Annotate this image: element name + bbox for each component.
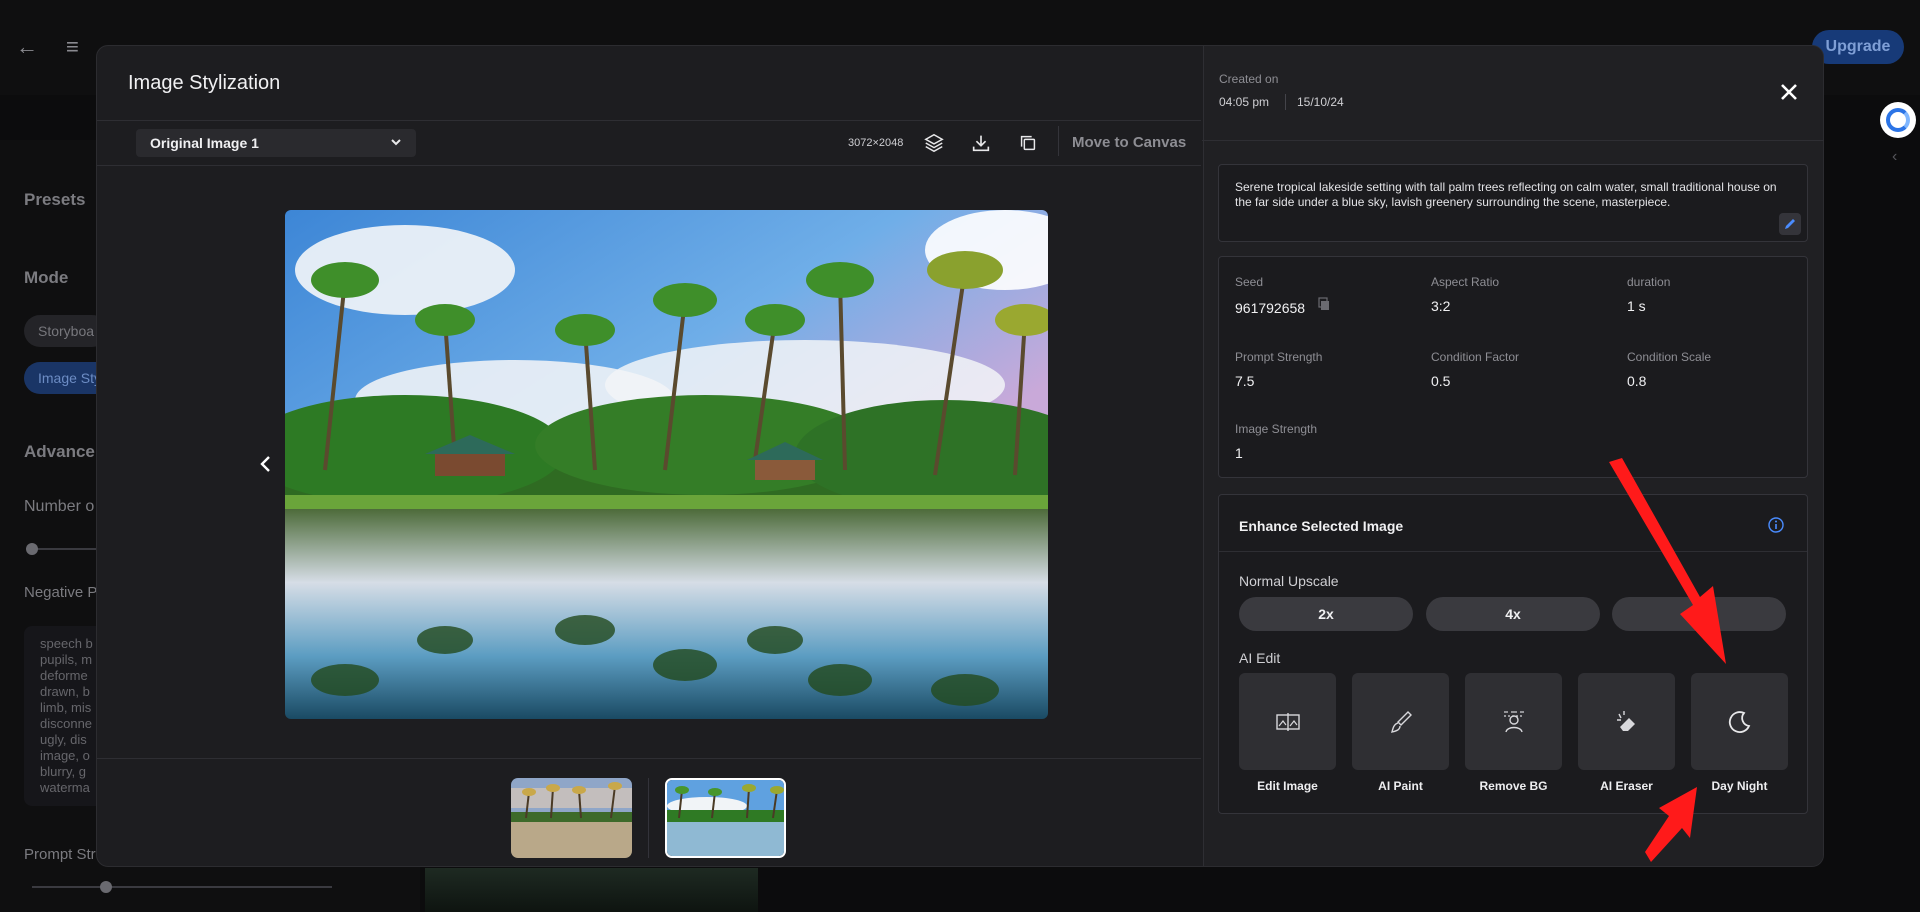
condition-scale-value: 0.8	[1627, 373, 1647, 389]
prompt-strength-label: Prompt Str	[24, 846, 96, 863]
prompt-strength-slider[interactable]	[32, 886, 332, 888]
background-result-image	[425, 868, 758, 912]
eraser-icon	[1616, 710, 1635, 731]
thumbnail-original[interactable]	[511, 778, 632, 858]
remove-bg-tile[interactable]	[1465, 673, 1562, 770]
upscale-2x-button[interactable]: 2x	[1239, 597, 1413, 631]
copy-seed-icon[interactable]	[1317, 297, 1331, 311]
image-strength-value: 1	[1235, 445, 1243, 461]
normal-upscale-label: Normal Upscale	[1239, 573, 1339, 589]
brush-icon	[1390, 710, 1412, 733]
edit-image-icon	[1275, 712, 1300, 731]
chevron-left-icon[interactable]: ‹	[1892, 148, 1897, 166]
aspect-ratio-label: Aspect Ratio	[1431, 275, 1500, 289]
upscale-4x-button[interactable]: 4x	[1426, 597, 1600, 631]
number-label: Number o	[24, 498, 95, 515]
prompt-strength-label: Prompt Strength	[1235, 350, 1323, 364]
duration-label: duration	[1627, 275, 1671, 289]
modal-title: Image Stylization	[128, 72, 281, 94]
remove-background-icon	[1503, 710, 1524, 732]
prompt-strength-value: 7.5	[1235, 373, 1255, 389]
copy-icon[interactable]	[1016, 131, 1040, 155]
remove-bg-label: Remove BG	[1479, 779, 1548, 793]
toolbar-divider	[97, 165, 1201, 166]
seed-value: 961792658	[1235, 300, 1306, 316]
thumbnail-divider	[97, 758, 1201, 759]
enhance-title: Enhance Selected Image	[1239, 518, 1404, 534]
header-divider	[97, 120, 1201, 121]
image-selector-value: Original Image 1	[150, 135, 259, 151]
condition-factor-value: 0.5	[1431, 373, 1451, 389]
moon-icon	[1728, 710, 1750, 733]
ai-eraser-label: AI Eraser	[1600, 779, 1653, 793]
close-icon[interactable]	[1777, 80, 1801, 104]
day-night-tile[interactable]	[1691, 673, 1788, 770]
menu-icon[interactable]: ≡	[66, 36, 88, 58]
duration-value: 1 s	[1627, 298, 1646, 314]
negative-prompt-text: speech b pupils, m deforme drawn, b limb…	[40, 636, 93, 795]
back-arrow-icon[interactable]: ←	[16, 36, 38, 58]
upgrade-button[interactable]: Upgrade	[1812, 30, 1904, 64]
created-time: 04:05 pm	[1219, 95, 1270, 109]
edit-prompt-button[interactable]	[1779, 213, 1801, 235]
layers-icon[interactable]	[922, 131, 946, 155]
move-to-canvas-button[interactable]: Move to Canvas	[1072, 134, 1186, 151]
created-separator	[1285, 94, 1286, 110]
info-icon[interactable]	[1767, 516, 1785, 534]
negative-prompt-label: Negative P	[24, 584, 98, 601]
created-date: 15/10/24	[1297, 95, 1344, 109]
presets-label: Presets	[24, 190, 86, 209]
day-night-label: Day Night	[1711, 779, 1768, 793]
ai-paint-tile[interactable]	[1352, 673, 1449, 770]
condition-factor-label: Condition Factor	[1431, 350, 1520, 364]
number-slider-handle[interactable]	[26, 543, 38, 555]
ai-paint-label: AI Paint	[1378, 779, 1423, 793]
advanced-label: Advance	[24, 442, 95, 461]
main-preview-image	[285, 210, 1048, 719]
aspect-ratio-value: 3:2	[1431, 298, 1451, 314]
edit-image-tile[interactable]	[1239, 673, 1336, 770]
pencil-icon	[1785, 219, 1795, 229]
thumbnail-separator	[648, 778, 649, 858]
prompt-text: Serene tropical lakeside setting with ta…	[1235, 180, 1777, 209]
assistant-logo-icon[interactable]	[1880, 102, 1916, 138]
prompt-strength-handle[interactable]	[100, 881, 112, 893]
ai-edit-label: AI Edit	[1239, 650, 1281, 666]
image-strength-label: Image Strength	[1235, 422, 1318, 436]
mode-label: Mode	[24, 268, 69, 287]
ai-eraser-tile[interactable]	[1578, 673, 1675, 770]
condition-scale-label: Condition Scale	[1627, 350, 1712, 364]
image-selector-dropdown[interactable]: Original Image 1	[136, 129, 416, 157]
enhance-divider	[1219, 551, 1807, 552]
chevron-down-icon	[390, 129, 402, 167]
upscale-third-button[interactable]	[1612, 597, 1786, 631]
download-icon[interactable]	[969, 131, 993, 155]
created-on-label: Created on	[1219, 72, 1279, 86]
seed-label: Seed	[1235, 275, 1264, 289]
right-header-divider	[1202, 140, 1824, 141]
previous-image-arrow-icon[interactable]	[254, 452, 278, 476]
image-dimensions: 3072×2048	[848, 137, 904, 149]
edit-image-label: Edit Image	[1257, 779, 1318, 793]
parameters-box	[1218, 256, 1808, 478]
toolbar-separator	[1058, 126, 1059, 156]
thumbnail-stylized-selected[interactable]	[665, 778, 786, 858]
